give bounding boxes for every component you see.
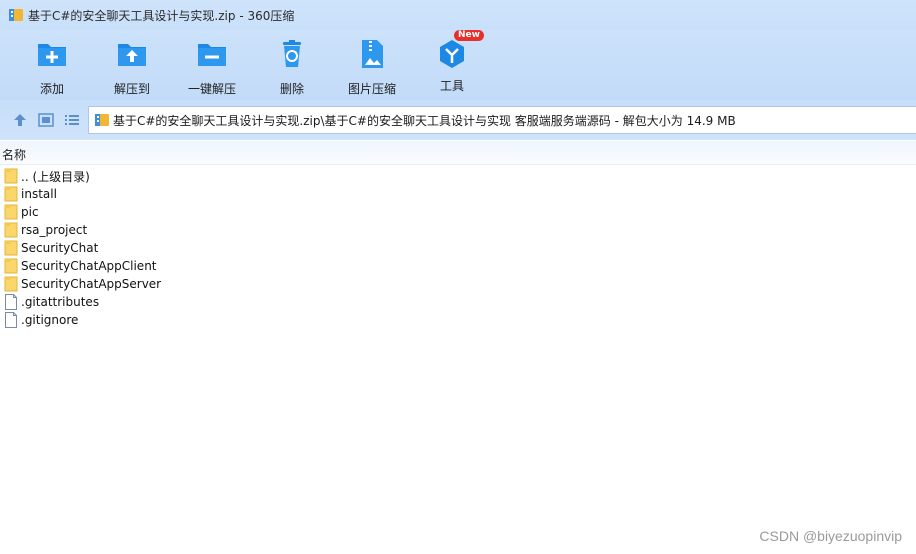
address-bar: 基于C#的安全聊天工具设计与实现.zip\基于C#的安全聊天工具设计与实现 客服… xyxy=(0,100,916,140)
watermark: CSDN @biyezuopinvip xyxy=(759,528,902,544)
tools-cube-icon xyxy=(440,40,464,68)
file-name: .gitignore xyxy=(21,313,79,327)
title-bar: 基于C#的安全聊天工具设计与实现.zip - 360压缩 xyxy=(0,0,916,30)
add-label: 添加 xyxy=(39,82,64,96)
extract-to-label: 解压到 xyxy=(113,82,150,96)
file-name: SecurityChat xyxy=(21,241,99,255)
thumbnail-view-icon[interactable] xyxy=(37,111,55,129)
window-title: 基于C#的安全聊天工具设计与实现.zip - 360压缩 xyxy=(28,8,295,23)
archive-path: 基于C#的安全聊天工具设计与实现.zip\基于C#的安全聊天工具设计与实现 客服… xyxy=(113,113,736,128)
add-button[interactable]: 添加 xyxy=(12,37,92,97)
file-name: pic xyxy=(21,205,39,219)
image-compress-icon xyxy=(362,40,383,68)
file-row[interactable]: .gitignore xyxy=(0,311,916,329)
up-arrow-icon[interactable] xyxy=(11,111,29,129)
file-name: SecurityChatAppClient xyxy=(21,259,157,273)
folder-row[interactable]: install xyxy=(0,185,916,203)
one-click-extract-button[interactable]: 一键解压 xyxy=(172,37,252,97)
file-list: .. (上级目录) install pic rsa_project SecurityCh… xyxy=(0,167,916,329)
one-click-extract-icon xyxy=(198,44,226,66)
folder-icon xyxy=(4,204,18,220)
toolbar: 添加 解压到 一键解压 删除 图片压缩 New 工具 xyxy=(0,30,916,100)
extract-to-button[interactable]: 解压到 xyxy=(92,37,172,97)
column-header-name[interactable]: 名称 xyxy=(2,146,26,163)
folder-icon xyxy=(4,168,18,184)
tools-button[interactable]: New 工具 xyxy=(412,30,492,94)
file-row[interactable]: .gitattributes xyxy=(0,293,916,311)
zip-archive-icon xyxy=(9,9,23,21)
file-name: rsa_project xyxy=(21,223,88,237)
file-icon xyxy=(5,312,17,328)
path-field[interactable]: 基于C#的安全聊天工具设计与实现.zip\基于C#的安全聊天工具设计与实现 客服… xyxy=(88,106,916,134)
add-folder-icon xyxy=(38,44,66,66)
delete-button[interactable]: 删除 xyxy=(252,37,332,97)
folder-row[interactable]: rsa_project xyxy=(0,221,916,239)
folder-row[interactable]: SecurityChatAppClient xyxy=(0,257,916,275)
file-name: SecurityChatAppServer xyxy=(21,277,162,291)
list-view-icon[interactable] xyxy=(63,111,81,129)
tools-icon-wrap: New xyxy=(435,30,484,71)
folder-icon xyxy=(4,276,18,292)
list-header: 名称 xyxy=(0,141,916,165)
recycle-bin-icon xyxy=(283,40,301,67)
image-compress-button[interactable]: 图片压缩 xyxy=(332,37,412,97)
archive-window: 基于C#的安全聊天工具设计与实现.zip - 360压缩 添加 解压到 一键解压… xyxy=(0,0,916,554)
new-badge: New xyxy=(454,30,484,41)
folder-icon xyxy=(4,222,18,238)
zip-archive-icon xyxy=(95,114,109,126)
folder-icon xyxy=(4,186,18,202)
file-name: .gitattributes xyxy=(21,295,100,309)
file-name: .. (上级目录) xyxy=(21,169,90,184)
folder-row[interactable]: SecurityChat xyxy=(0,239,916,257)
folder-row[interactable]: pic xyxy=(0,203,916,221)
delete-label: 删除 xyxy=(279,82,304,96)
folder-row[interactable]: .. (上级目录) xyxy=(0,167,916,185)
image-compress-label: 图片压缩 xyxy=(347,82,396,96)
folder-row[interactable]: SecurityChatAppServer xyxy=(0,275,916,293)
folder-icon xyxy=(4,240,18,256)
file-name: install xyxy=(21,187,57,201)
extract-to-folder-icon xyxy=(118,44,146,66)
file-icon xyxy=(5,294,17,310)
folder-icon xyxy=(4,258,18,274)
one-click-extract-label: 一键解压 xyxy=(187,82,236,96)
tools-label: 工具 xyxy=(439,79,464,93)
